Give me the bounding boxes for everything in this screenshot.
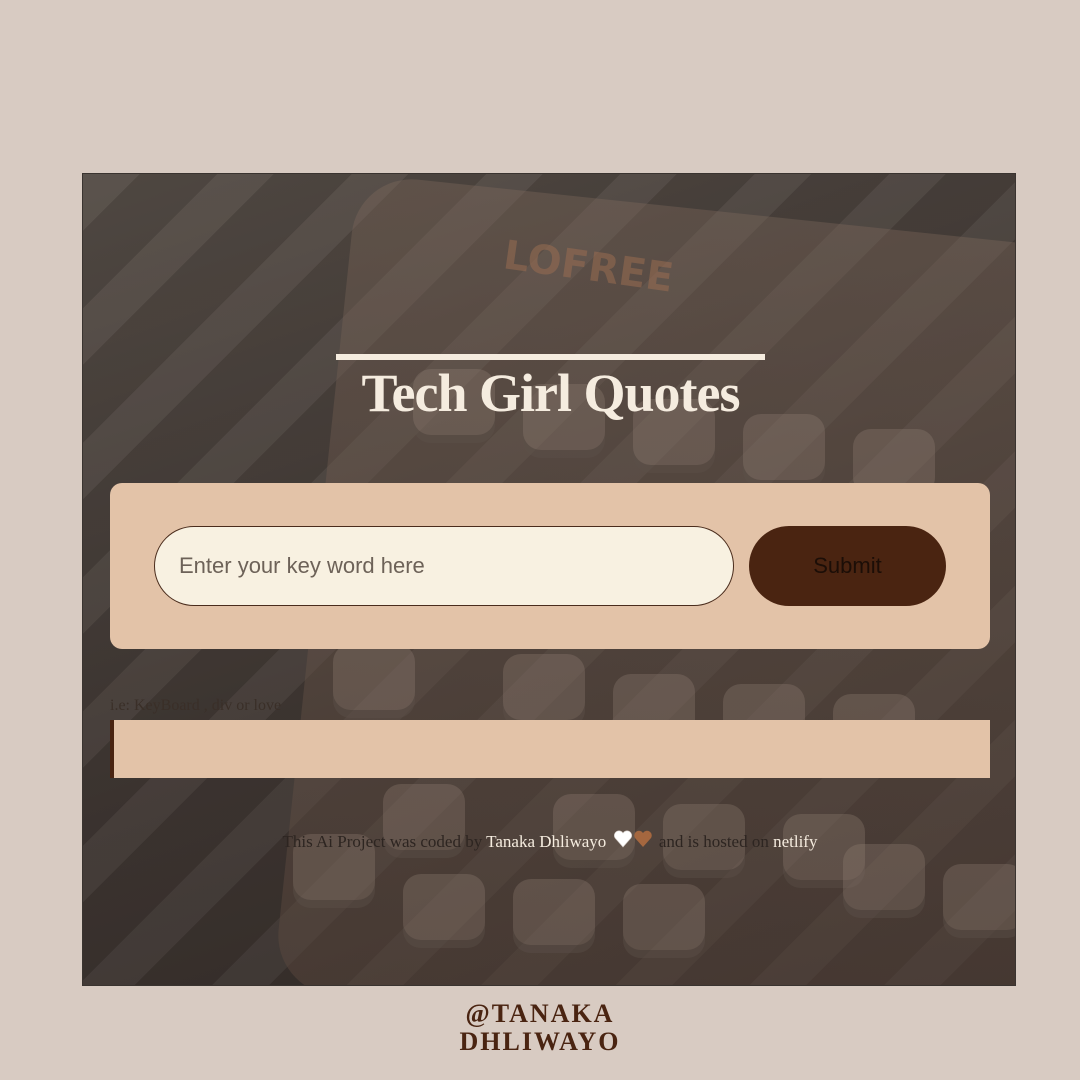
creator-handle: @TANAKA DHLIWAYO (0, 1000, 1080, 1056)
search-card: Submit (110, 483, 990, 649)
handle-line-1: @TANAKA (465, 999, 615, 1028)
title-rule (336, 354, 765, 360)
footer: This Ai Project was coded by Tanaka Dhli… (83, 829, 1015, 854)
hearts-icon (613, 829, 653, 854)
page-title: Tech Girl Quotes (361, 363, 740, 423)
keyword-input[interactable] (154, 526, 734, 606)
search-hint: i.e: KeyBoard , div or love (110, 697, 282, 714)
quote-result-box (110, 720, 990, 778)
app-window: LOFREE Tech Girl Quotes Submit i.e: KeyB… (82, 173, 1016, 986)
footer-prefix: This Ai Project was coded by (282, 832, 483, 851)
handle-line-2: DHLIWAYO (459, 1027, 621, 1056)
netlify-link[interactable]: netlify (773, 832, 817, 851)
white-heart-icon (613, 830, 632, 848)
author-link[interactable]: Tanaka Dhliwayo (486, 832, 606, 851)
brown-heart-icon (633, 830, 652, 847)
footer-middle: and is hosted on (658, 832, 769, 851)
submit-button[interactable]: Submit (749, 526, 946, 606)
